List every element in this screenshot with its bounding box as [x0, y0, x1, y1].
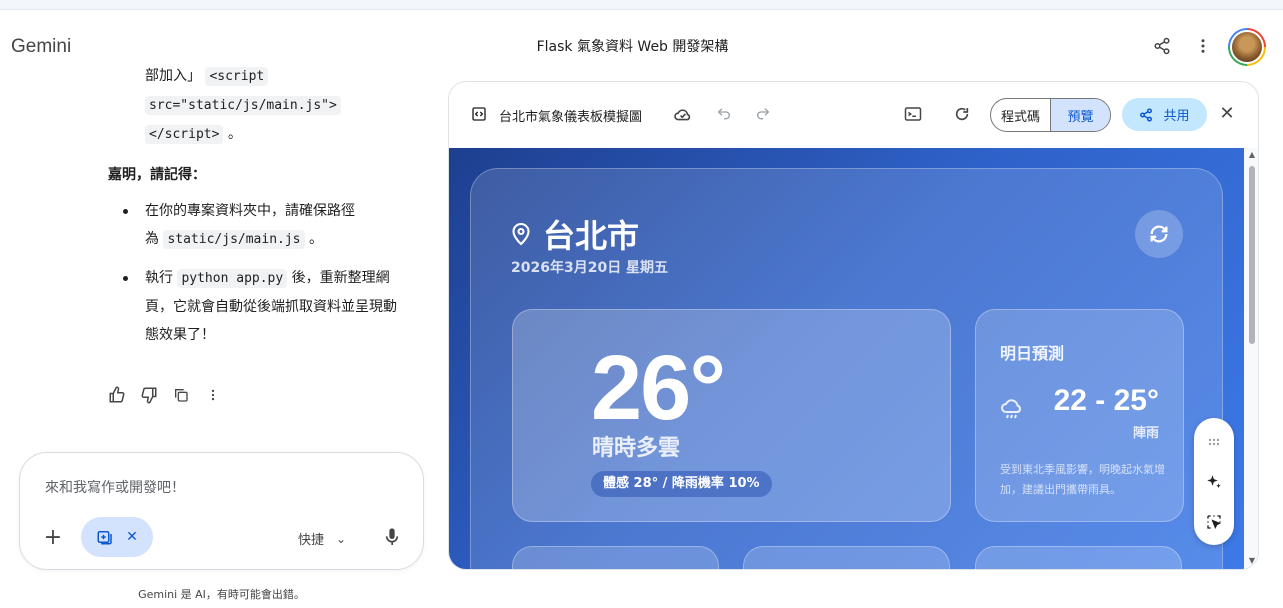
forecast-condition: 陣雨	[1132, 426, 1159, 441]
inline-code: python app.py	[177, 269, 288, 288]
dashboard-card: 台北市 2026年3月20日 星期五 26° 晴時多雲 體感 28° / 降雨機…	[470, 168, 1223, 569]
current-weather-card: 26° 晴時多雲 體感 28° / 降雨機率 10%	[512, 309, 951, 522]
redo-icon[interactable]	[753, 104, 773, 124]
inline-code: <script	[205, 67, 269, 86]
conversation-title[interactable]: Flask 氣象資料 Web 開發架構	[0, 36, 1265, 56]
list-item: 執行 python app.py 後，重新整理網頁，它就會自動從後端抓取資料並呈…	[108, 264, 408, 349]
current-condition: 晴時多雲	[592, 436, 681, 461]
inline-code: static/js/main.js	[163, 230, 305, 249]
forecast-card: 明日預測 22 - 25° 陣雨 受到東北季風影響，明晚起水氣增加，建議出門攜帶…	[975, 309, 1184, 522]
user-avatar[interactable]	[1228, 28, 1266, 66]
prompt-placeholder[interactable]: 來和我寫作或開發吧！	[45, 477, 185, 497]
text-fragment: 。	[227, 126, 242, 142]
drag-handle-icon[interactable]	[1204, 432, 1224, 452]
inline-code: src="static/js/main.js">	[145, 96, 341, 115]
refresh-icon[interactable]	[952, 104, 972, 124]
info-card	[743, 546, 950, 569]
close-icon[interactable]: ✕	[1217, 104, 1237, 124]
city-name: 台北市	[543, 217, 640, 255]
canvas-toolbar: 台北市氣象儀表板模擬圖 程式碼 預覽 共用 ✕	[449, 82, 1258, 148]
floating-toolbar	[1194, 418, 1234, 545]
feedback-bar	[108, 386, 222, 404]
share-icon	[1140, 107, 1153, 122]
canvas-title[interactable]: 台北市氣象儀表板模擬圖	[499, 106, 642, 125]
sync-icon	[1150, 225, 1168, 243]
mode-label: 快捷	[298, 533, 325, 548]
inline-code: </script>	[145, 125, 224, 144]
code-icon	[469, 104, 489, 124]
disclaimer: Gemini 是 AI，有時可能會出錯。	[138, 588, 305, 601]
current-temp: 26°	[591, 337, 726, 439]
console-icon[interactable]	[903, 104, 923, 124]
rain-cloud-icon	[1000, 398, 1024, 422]
browser-top-strip	[0, 0, 1283, 10]
forecast-note: 受到東北季風影響，明晚起水氣增加，建議出門攜帶雨具。	[1000, 463, 1165, 496]
mode-selector[interactable]: 快捷 ⌄	[298, 529, 347, 549]
scroll-thumb[interactable]	[1249, 166, 1255, 344]
copy-icon[interactable]	[172, 386, 190, 404]
reminder-heading: 嘉明，請記得：	[108, 167, 206, 183]
date-label: 2026年3月20日 星期五	[511, 260, 669, 276]
add-icon[interactable]: +	[42, 527, 64, 549]
feel-badge: 體感 28° / 降雨機率 10%	[591, 471, 772, 497]
chevron-down-icon: ⌄	[336, 531, 347, 546]
location-icon	[512, 223, 530, 246]
preview-scrollbar[interactable]: ▲ ▼	[1244, 148, 1258, 569]
scroll-down-icon[interactable]: ▼	[1247, 556, 1257, 565]
canvas-panel: 台北市氣象儀表板模擬圖 程式碼 預覽 共用 ✕ 台北市 2026年3月20日 星…	[448, 81, 1259, 570]
cloud-done-icon	[673, 104, 693, 124]
canvas-tool-chip[interactable]: ✕	[81, 517, 153, 557]
select-element-icon[interactable]	[1204, 512, 1224, 532]
close-icon[interactable]: ✕	[126, 529, 138, 545]
info-card	[512, 546, 719, 569]
preview-viewport: 台北市 2026年3月20日 星期五 26° 晴時多雲 體感 28° / 降雨機…	[449, 148, 1244, 569]
view-toggle: 程式碼 預覽	[990, 98, 1111, 132]
info-card	[975, 546, 1182, 569]
city-header: 台北市	[511, 211, 639, 257]
prompt-input-box[interactable]: 來和我寫作或開發吧！ + ✕ 快捷 ⌄	[19, 452, 424, 570]
share-button[interactable]: 共用	[1122, 98, 1207, 131]
assistant-message: 部加入」 <script src="static/js/main.js"> </…	[108, 64, 408, 359]
tab-preview[interactable]: 預覽	[1050, 99, 1110, 131]
share-icon[interactable]	[1150, 34, 1174, 58]
forecast-title: 明日預測	[1000, 344, 1065, 363]
tab-code[interactable]: 程式碼	[991, 99, 1050, 131]
sparkle-edit-icon[interactable]	[1204, 472, 1224, 492]
more-vert-icon[interactable]	[204, 386, 222, 404]
mic-icon[interactable]	[384, 527, 402, 547]
thumb-down-icon[interactable]	[140, 386, 158, 404]
refresh-button[interactable]	[1135, 210, 1183, 258]
share-label: 共用	[1163, 109, 1190, 124]
thumb-up-icon[interactable]	[108, 386, 126, 404]
more-vert-icon[interactable]	[1191, 34, 1215, 58]
canvas-icon	[97, 531, 112, 545]
list-item: 在你的專案資料夾中，請確保路徑為 static/js/main.js 。	[108, 197, 408, 254]
scroll-up-icon[interactable]: ▲	[1247, 150, 1257, 159]
forecast-range: 22 - 25°	[1053, 384, 1159, 417]
undo-icon[interactable]	[714, 104, 734, 124]
text-fragment: 部加入」	[145, 68, 201, 84]
